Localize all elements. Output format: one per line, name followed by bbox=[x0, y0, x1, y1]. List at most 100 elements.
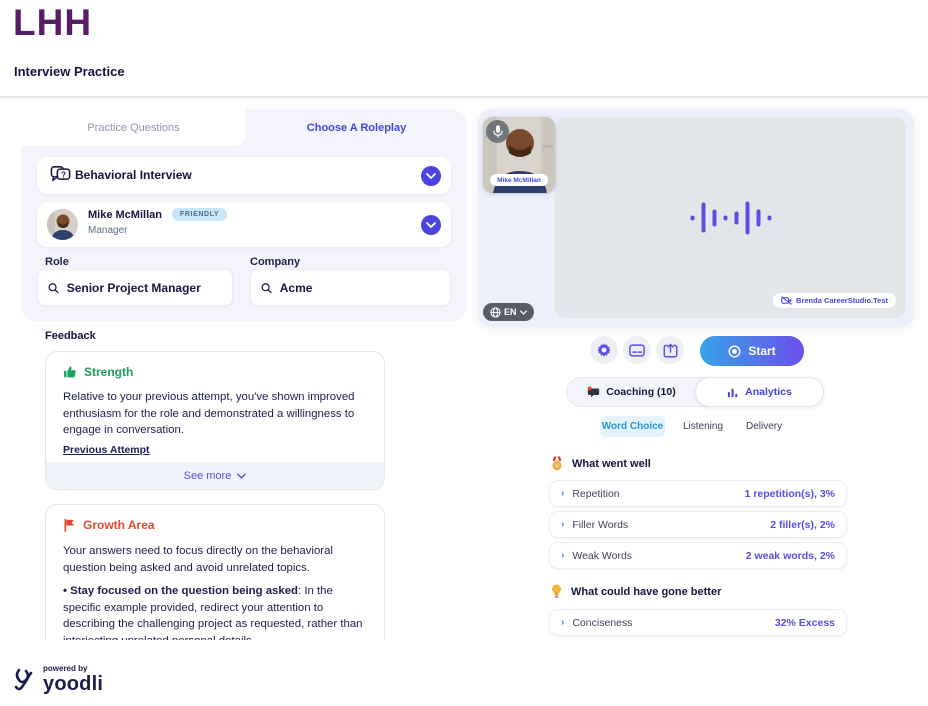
analytics-bars-icon bbox=[727, 386, 739, 398]
question-bubbles-icon: ? bbox=[50, 165, 72, 190]
language-selector[interactable]: EN bbox=[483, 303, 534, 321]
speaker-name-pill: Mike McMillan bbox=[490, 174, 548, 186]
company-label: Company bbox=[250, 256, 300, 268]
lightbulb-icon bbox=[551, 584, 562, 599]
page-title: Interview Practice bbox=[14, 64, 125, 79]
previous-attempt-link[interactable]: Previous Attempt bbox=[63, 444, 150, 456]
language-code: EN bbox=[504, 307, 517, 317]
persona-avatar bbox=[47, 209, 78, 240]
coaching-label: Coaching (10) bbox=[606, 386, 675, 398]
waveform bbox=[690, 201, 771, 234]
caption-label: Brenda CareerStudio.Test bbox=[796, 296, 888, 305]
settings-button[interactable] bbox=[590, 336, 618, 364]
microphone-icon bbox=[493, 125, 503, 138]
role-label: Role bbox=[45, 256, 69, 268]
chevron-right-icon: › bbox=[561, 617, 564, 628]
gear-icon bbox=[596, 342, 612, 358]
search-icon bbox=[261, 282, 272, 294]
see-more-button[interactable]: See more bbox=[46, 462, 384, 489]
header-divider bbox=[0, 96, 928, 98]
flag-icon bbox=[63, 518, 76, 532]
growth-bullet: • Stay focused on the question being ask… bbox=[63, 583, 369, 640]
yoodli-logo-icon bbox=[13, 662, 37, 694]
see-more-label: See more bbox=[184, 470, 232, 482]
search-icon bbox=[48, 282, 59, 294]
start-button[interactable]: Start bbox=[700, 336, 804, 366]
powered-by-label: powered by bbox=[43, 664, 103, 673]
growth-area-card: Growth Area Your answers need to focus d… bbox=[45, 504, 385, 640]
subtab-delivery[interactable]: Delivery bbox=[746, 421, 782, 432]
tab-coaching[interactable]: Coaching (10) bbox=[567, 378, 696, 406]
metric-row-repetition[interactable]: › Repetition 1 repetition(s), 3% bbox=[549, 480, 847, 507]
expand-persona-button[interactable] bbox=[421, 215, 441, 235]
subtab-listening[interactable]: Listening bbox=[683, 421, 723, 432]
tab-analytics[interactable]: Analytics bbox=[695, 377, 824, 407]
yoodli-brand: powered by yoodli bbox=[13, 662, 103, 694]
chevron-down-icon bbox=[237, 473, 246, 479]
persona-badge: FRIENDLY bbox=[172, 208, 227, 221]
company-input[interactable] bbox=[280, 281, 440, 295]
metric-row-weak-words[interactable]: › Weak Words 2 weak words, 2% bbox=[549, 542, 847, 569]
gone-better-header: What could have gone better bbox=[551, 584, 721, 599]
went-well-heading: What went well bbox=[572, 458, 651, 470]
metric-row-filler-words[interactable]: › Filler Words 2 filler(s), 2% bbox=[549, 511, 847, 538]
video-stage-card: Brenda CareerStudio.Test bbox=[478, 109, 914, 327]
feedback-section-title: Feedback bbox=[45, 330, 96, 342]
medal-icon bbox=[551, 456, 563, 471]
role-search-field[interactable] bbox=[37, 269, 233, 306]
mic-button[interactable] bbox=[486, 120, 509, 143]
metric-label: Conciseness bbox=[572, 617, 632, 629]
company-search-field[interactable] bbox=[250, 269, 451, 306]
chevron-down-icon bbox=[520, 310, 527, 315]
globe-icon bbox=[490, 307, 501, 318]
upload-icon bbox=[663, 343, 678, 358]
subtab-word-choice[interactable]: Word Choice bbox=[600, 416, 665, 437]
coaching-chat-icon bbox=[587, 386, 600, 399]
share-button[interactable] bbox=[656, 336, 684, 364]
persona-selector[interactable]: Mike McMillan FRIENDLY Manager bbox=[37, 202, 451, 247]
strength-card: Strength Relative to your previous attem… bbox=[45, 351, 385, 490]
growth-heading: Growth Area bbox=[83, 518, 155, 532]
speaker-video-thumbnail: Mike McMillan bbox=[483, 117, 555, 193]
went-well-header: What went well bbox=[551, 456, 651, 471]
captions-icon bbox=[629, 344, 645, 357]
insights-tab-bar: Coaching (10) Analytics bbox=[566, 377, 822, 407]
chevron-down-icon bbox=[426, 173, 436, 179]
voice-caption-pill: Brenda CareerStudio.Test bbox=[773, 293, 896, 308]
interview-practice-page: LHH Interview Practice Practice Question… bbox=[0, 0, 928, 706]
tab-practice-questions[interactable]: Practice Questions bbox=[21, 109, 246, 146]
strength-body: Relative to your previous attempt, you'v… bbox=[63, 389, 369, 439]
growth-body: Your answers need to focus directly on t… bbox=[63, 543, 369, 576]
yoodli-wordmark: yoodli bbox=[43, 674, 103, 694]
metric-value: 1 repetition(s), 3% bbox=[745, 488, 835, 500]
interview-type-label: Behavioral Interview bbox=[75, 168, 192, 182]
persona-title: Manager bbox=[88, 225, 127, 236]
metric-label: Filler Words bbox=[572, 519, 628, 531]
growth-bullet-bold: • Stay focused on the question being ask… bbox=[63, 585, 298, 597]
svg-text:?: ? bbox=[61, 170, 66, 179]
gone-better-heading: What could have gone better bbox=[571, 586, 721, 598]
captions-button[interactable] bbox=[623, 336, 651, 364]
expand-interview-type-button[interactable] bbox=[421, 166, 441, 186]
record-icon bbox=[728, 345, 741, 358]
metric-label: Weak Words bbox=[572, 550, 632, 562]
metric-value: 2 filler(s), 2% bbox=[770, 519, 835, 531]
interview-type-selector[interactable]: ? Behavioral Interview bbox=[37, 157, 451, 194]
audio-stage: Brenda CareerStudio.Test bbox=[555, 117, 906, 318]
chevron-right-icon: › bbox=[561, 519, 564, 530]
lhh-logo: LHH bbox=[13, 2, 92, 44]
role-input[interactable] bbox=[67, 281, 222, 295]
tab-choose-a-roleplay[interactable]: Choose A Roleplay bbox=[246, 109, 467, 146]
metric-label: Repetition bbox=[572, 488, 619, 500]
persona-name: Mike McMillan bbox=[88, 209, 162, 221]
metric-value: 2 weak words, 2% bbox=[746, 550, 835, 562]
chevron-right-icon: › bbox=[561, 550, 564, 561]
metric-value: 32% Excess bbox=[775, 617, 835, 629]
video-off-icon bbox=[781, 296, 792, 305]
strength-heading: Strength bbox=[84, 365, 133, 379]
metric-row-conciseness[interactable]: › Conciseness 32% Excess bbox=[549, 609, 847, 636]
roleplay-panel: Practice Questions Choose A Roleplay ? B… bbox=[21, 109, 467, 321]
thumbs-up-icon bbox=[63, 365, 77, 379]
analytics-label: Analytics bbox=[745, 386, 792, 398]
chevron-right-icon: › bbox=[561, 488, 564, 499]
